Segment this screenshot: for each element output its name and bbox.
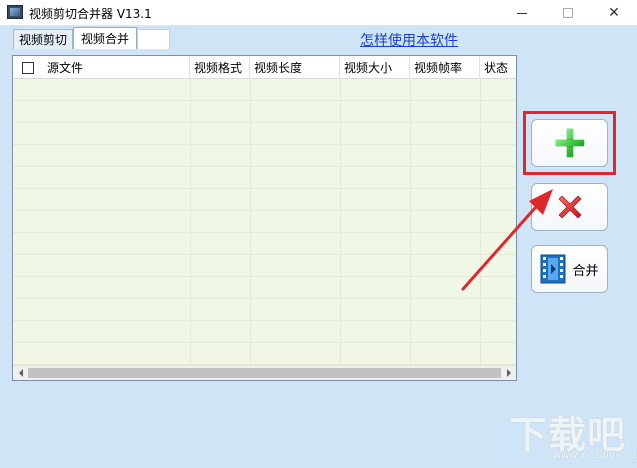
app-icon bbox=[7, 5, 23, 19]
tab-strip: 视频剪切 视频合并 bbox=[11, 27, 171, 49]
scroll-right-button[interactable] bbox=[501, 366, 516, 380]
help-link[interactable]: 怎样使用本软件 bbox=[360, 30, 458, 50]
scroll-left-button[interactable] bbox=[13, 366, 28, 380]
annotation-arrow bbox=[461, 189, 553, 291]
tab-label: 视频合并 bbox=[80, 32, 129, 46]
minimize-icon bbox=[517, 12, 527, 14]
column-divider bbox=[340, 79, 341, 365]
list-body[interactable] bbox=[13, 79, 516, 365]
tab-video-merge[interactable]: 视频合并 bbox=[73, 27, 137, 49]
watermark: 下载吧 www.xiazaiba.com bbox=[505, 404, 637, 466]
maximize-icon bbox=[563, 8, 573, 18]
window-title: 视频剪切合并器 V13.1 bbox=[29, 7, 152, 21]
tab-strip-filler bbox=[137, 29, 170, 49]
column-header-size[interactable]: 视频大小 bbox=[340, 56, 410, 79]
watermark-url: www.xiazaiba.com bbox=[553, 450, 637, 461]
column-header-framerate[interactable]: 视频帧率 bbox=[410, 56, 480, 79]
file-list[interactable]: 源文件 视频格式 视频长度 视频大小 视频帧率 状态 bbox=[12, 55, 517, 381]
maximize-button[interactable] bbox=[545, 0, 591, 26]
column-divider bbox=[190, 79, 191, 365]
tab-label: 视频剪切 bbox=[18, 33, 67, 47]
column-header-format[interactable]: 视频格式 bbox=[190, 56, 250, 79]
minimize-button[interactable] bbox=[499, 0, 545, 26]
tab-video-cut[interactable]: 视频剪切 bbox=[13, 29, 73, 49]
select-all-checkbox[interactable] bbox=[22, 61, 34, 74]
merge-button-label: 合并 bbox=[572, 263, 599, 279]
column-header-status[interactable]: 状态 bbox=[480, 56, 516, 79]
close-button[interactable]: ✕ bbox=[591, 0, 637, 26]
title-bar: 视频剪切合并器 V13.1 ✕ bbox=[0, 0, 637, 26]
plus-icon bbox=[554, 127, 586, 159]
list-header: 源文件 视频格式 视频长度 视频大小 视频帧率 状态 bbox=[13, 56, 516, 79]
arrow-right-icon bbox=[506, 369, 511, 377]
column-divider bbox=[410, 79, 411, 365]
column-divider bbox=[250, 79, 251, 365]
column-header-duration[interactable]: 视频长度 bbox=[250, 56, 340, 79]
horizontal-scrollbar[interactable] bbox=[13, 365, 516, 380]
close-icon: ✕ bbox=[608, 5, 620, 21]
header-select-all[interactable] bbox=[13, 56, 43, 79]
column-header-source[interactable]: 源文件 bbox=[43, 56, 190, 79]
scroll-thumb[interactable] bbox=[28, 368, 501, 378]
arrow-left-icon bbox=[18, 369, 23, 377]
add-button[interactable] bbox=[531, 119, 608, 167]
